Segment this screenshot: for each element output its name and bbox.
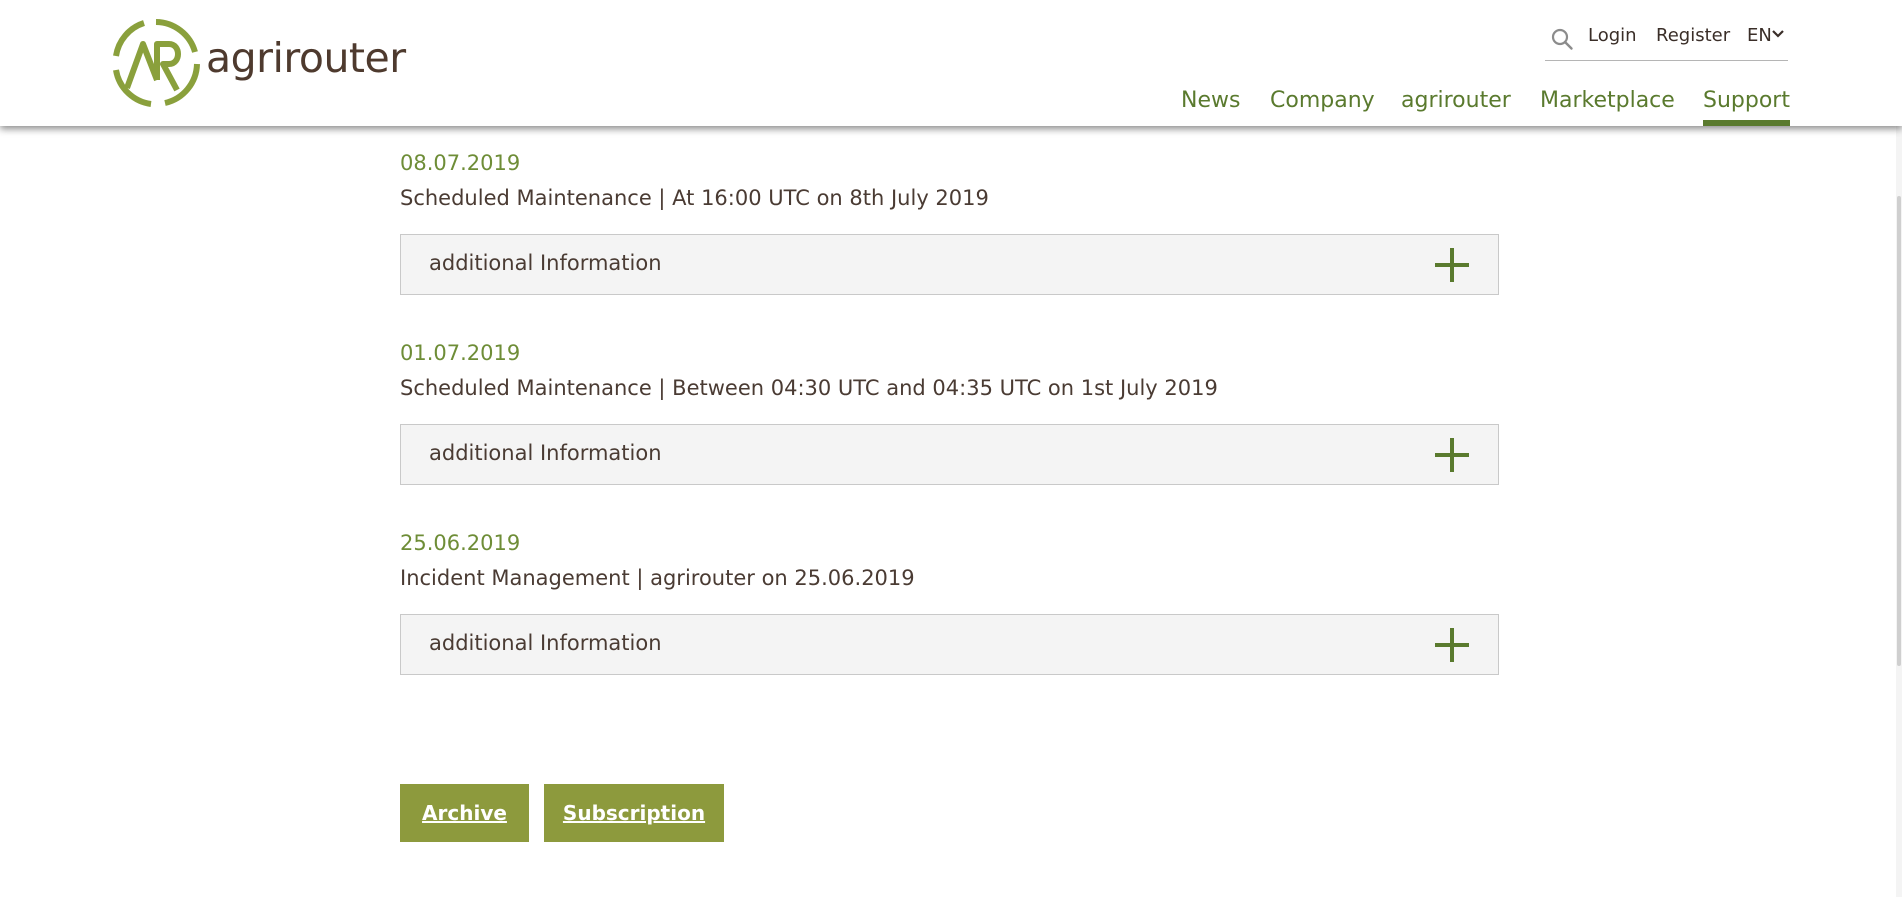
nav-item-news[interactable]: News [1181, 88, 1240, 113]
login-link[interactable]: Login [1588, 25, 1637, 46]
plus-icon[interactable] [1433, 626, 1471, 664]
logo-monogram-icon [113, 19, 200, 107]
logo-wordmark: agrirouter [206, 34, 406, 82]
accordion-label: additional Information [429, 441, 662, 465]
nav-item-agrirouter[interactable]: agrirouter [1401, 88, 1511, 113]
page-scrollbar[interactable] [1896, 126, 1902, 897]
scrollbar-thumb[interactable] [1897, 196, 1901, 666]
subscription-button[interactable]: Subscription [544, 784, 724, 842]
plus-icon[interactable] [1433, 246, 1471, 284]
additional-info-accordion[interactable]: additional Information [400, 234, 1499, 295]
entry-title: Scheduled Maintenance | Between 04:30 UT… [400, 376, 1218, 400]
nav-item-marketplace[interactable]: Marketplace [1540, 88, 1675, 113]
accordion-label: additional Information [429, 251, 662, 275]
chevron-down-icon[interactable] [1771, 27, 1785, 41]
nav-item-company[interactable]: Company [1270, 88, 1375, 113]
additional-info-accordion[interactable]: additional Information [400, 424, 1499, 485]
entry-date: 08.07.2019 [400, 151, 521, 175]
archive-button[interactable]: Archive [400, 784, 529, 842]
site-header: agrirouter Login Register EN News Compan… [0, 0, 1902, 126]
language-selector[interactable]: EN [1747, 25, 1772, 46]
accordion-label: additional Information [429, 631, 662, 655]
register-link[interactable]: Register [1656, 25, 1730, 46]
entry-title: Scheduled Maintenance | At 16:00 UTC on … [400, 186, 989, 210]
entry-title: Incident Management | agrirouter on 25.0… [400, 566, 915, 590]
entry-date: 01.07.2019 [400, 341, 521, 365]
additional-info-accordion[interactable]: additional Information [400, 614, 1499, 675]
utility-bar: Login Register EN [1545, 22, 1788, 61]
plus-icon[interactable] [1433, 436, 1471, 474]
entry-date: 25.06.2019 [400, 531, 521, 555]
nav-item-support[interactable]: Support [1703, 88, 1790, 126]
agrirouter-logo[interactable]: agrirouter [111, 18, 406, 108]
search-icon[interactable] [1550, 27, 1574, 51]
